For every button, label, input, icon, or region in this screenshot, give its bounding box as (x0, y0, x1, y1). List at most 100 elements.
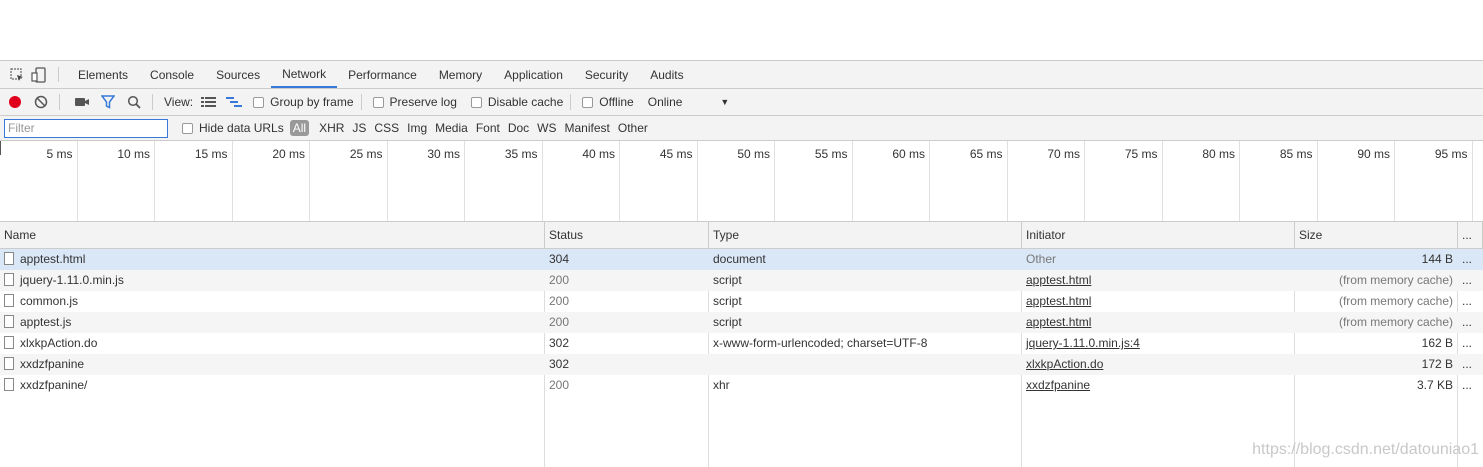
chevron-down-icon: ▼ (720, 97, 730, 107)
filter-type-js[interactable]: JS (348, 121, 370, 135)
throttling-value: Online (647, 95, 683, 109)
disable-cache-toggle[interactable]: Disable cache (467, 95, 563, 109)
toolbar-separator (570, 94, 572, 110)
table-row[interactable]: apptest.js 200 script apptest.html (from mem… (0, 312, 1483, 333)
cell-type: xhr (713, 378, 730, 392)
timeline-tick: 80 ms (1163, 141, 1240, 221)
table-row[interactable]: apptest.html 304 document Other 144 B... (0, 249, 1483, 270)
cell-initiator[interactable]: jquery-1.11.0.min.js:4 (1022, 333, 1295, 354)
cell-size: (from memory cache) (1338, 273, 1453, 287)
request-name: common.js (20, 294, 79, 308)
requests-table: Name Status Type Initiator Size ... appt… (0, 222, 1483, 467)
column-header-size[interactable]: Size (1295, 222, 1458, 249)
hide-data-urls-checkbox[interactable] (182, 122, 193, 134)
column-header-status[interactable]: Status (545, 222, 709, 249)
cell-initiator: Other (1026, 252, 1057, 266)
toolbar-separator (59, 94, 60, 110)
filter-type-css[interactable]: CSS (370, 121, 403, 135)
tab-console[interactable]: Console (139, 61, 205, 88)
file-icon (4, 357, 14, 370)
offline-toggle[interactable]: Offline (578, 95, 634, 109)
cell-size: 162 B (1421, 336, 1453, 350)
clear-button[interactable] (30, 91, 52, 113)
timeline-tick: 5 ms (0, 141, 78, 221)
column-header-initiator[interactable]: Initiator (1022, 222, 1295, 249)
cell-initiator[interactable]: xlxkpAction.do (1022, 354, 1295, 375)
disable-cache-checkbox[interactable] (470, 96, 482, 108)
preserve-log-toggle[interactable]: Preserve log (369, 95, 457, 109)
group-by-frame-toggle[interactable]: Group by frame (249, 95, 354, 109)
tab-memory[interactable]: Memory (428, 61, 493, 88)
offline-checkbox[interactable] (582, 96, 594, 108)
filter-type-doc[interactable]: Doc (504, 121, 533, 135)
tab-network[interactable]: Network (271, 61, 338, 88)
waterfall-view-icon[interactable] (223, 91, 245, 113)
large-rows-view-icon[interactable] (197, 91, 219, 113)
table-row[interactable]: common.js 200 script apptest.html (from memo… (0, 291, 1483, 312)
cell-name: apptest.js (0, 312, 545, 333)
cell-name: common.js (0, 291, 545, 312)
cell-status: 200 (549, 273, 570, 287)
filter-type-other[interactable]: Other (614, 121, 652, 135)
tab-audits[interactable]: Audits (639, 61, 694, 88)
filter-type-img[interactable]: Img (403, 121, 431, 135)
inspect-element-icon[interactable] (6, 61, 28, 88)
file-icon (4, 378, 14, 391)
filter-type-manifest[interactable]: Manifest (561, 121, 614, 135)
filter-type-ws[interactable]: WS (533, 121, 560, 135)
timeline-overview[interactable]: 5 ms 10 ms 15 ms 20 ms 25 ms 30 ms 35 ms 40 ms 4… (0, 141, 1483, 222)
cell-type: script (713, 315, 742, 329)
cell-size: (from memory cache) (1338, 294, 1453, 308)
cell-initiator[interactable]: xxdzfpanine (1022, 375, 1295, 396)
cell-name: xlxkpAction.do (0, 333, 545, 354)
tab-security[interactable]: Security (574, 61, 639, 88)
table-row[interactable]: jquery-1.11.0.min.js 200 script apptest.htm… (0, 270, 1483, 291)
timeline-tick: 50 ms (698, 141, 775, 221)
filter-input[interactable] (4, 118, 168, 138)
record-button[interactable] (4, 91, 26, 113)
filter-funnel-icon[interactable] (97, 91, 119, 113)
filter-type-xhr[interactable]: XHR (315, 121, 348, 135)
file-icon (4, 336, 14, 349)
cell-size: (from memory cache) (1338, 315, 1453, 329)
throttling-select[interactable]: Online ▼ (644, 95, 730, 109)
table-row[interactable]: xlxkpAction.do 302 x-www-form-urlencoded; … (0, 333, 1483, 354)
timeline-tick: 60 ms (853, 141, 930, 221)
tab-performance[interactable]: Performance (337, 61, 428, 88)
column-header-type[interactable]: Type (709, 222, 1022, 249)
search-icon[interactable] (123, 91, 145, 113)
filter-type-all[interactable]: All (289, 120, 310, 136)
toolbar-separator (360, 94, 362, 110)
group-by-frame-checkbox[interactable] (253, 96, 265, 108)
tab-application[interactable]: Application (493, 61, 574, 88)
tab-sources[interactable]: Sources (205, 61, 271, 88)
cell-initiator[interactable]: apptest.html (1022, 291, 1295, 312)
device-toolbar-icon[interactable] (28, 61, 50, 88)
file-icon (4, 294, 14, 307)
cell-status: 200 (549, 294, 570, 308)
preserve-log-label: Preserve log (389, 95, 457, 109)
request-name: xlxkpAction.do (20, 336, 98, 350)
column-header-name[interactable]: Name (0, 222, 545, 249)
column-header-more[interactable]: ... (1458, 222, 1483, 249)
cell-initiator[interactable]: apptest.html (1022, 312, 1295, 333)
tab-elements[interactable]: Elements (67, 61, 139, 88)
table-row[interactable]: xxdzfpanine/200 xhr xxdzfpanine 3.7 KB... (0, 375, 1483, 396)
hide-data-urls-toggle[interactable]: Hide data URLs (178, 121, 284, 135)
cell-size: 172 B (1421, 357, 1453, 371)
cell-type: script (713, 273, 742, 287)
screenshot-camera-icon[interactable] (71, 91, 93, 113)
cell-size: 3.7 KB (1416, 378, 1453, 392)
preserve-log-checkbox[interactable] (372, 96, 384, 108)
cell-type (709, 354, 1022, 375)
network-toolbar: View: Group by frame Preserve log Disabl… (0, 89, 1483, 116)
table-row[interactable]: xxdzfpanine 302 xlxkpAction.do 172 B... (0, 354, 1483, 375)
hide-data-urls-label: Hide data URLs (199, 121, 284, 135)
timeline-tick: 25 ms (310, 141, 388, 221)
file-icon (4, 315, 14, 328)
filter-type-media[interactable]: Media (431, 121, 472, 135)
cell-initiator[interactable]: apptest.html (1022, 270, 1295, 291)
filter-type-font[interactable]: Font (472, 121, 504, 135)
cell-name: xxdzfpanine (0, 354, 545, 375)
timeline-tick: 70 ms (1008, 141, 1085, 221)
